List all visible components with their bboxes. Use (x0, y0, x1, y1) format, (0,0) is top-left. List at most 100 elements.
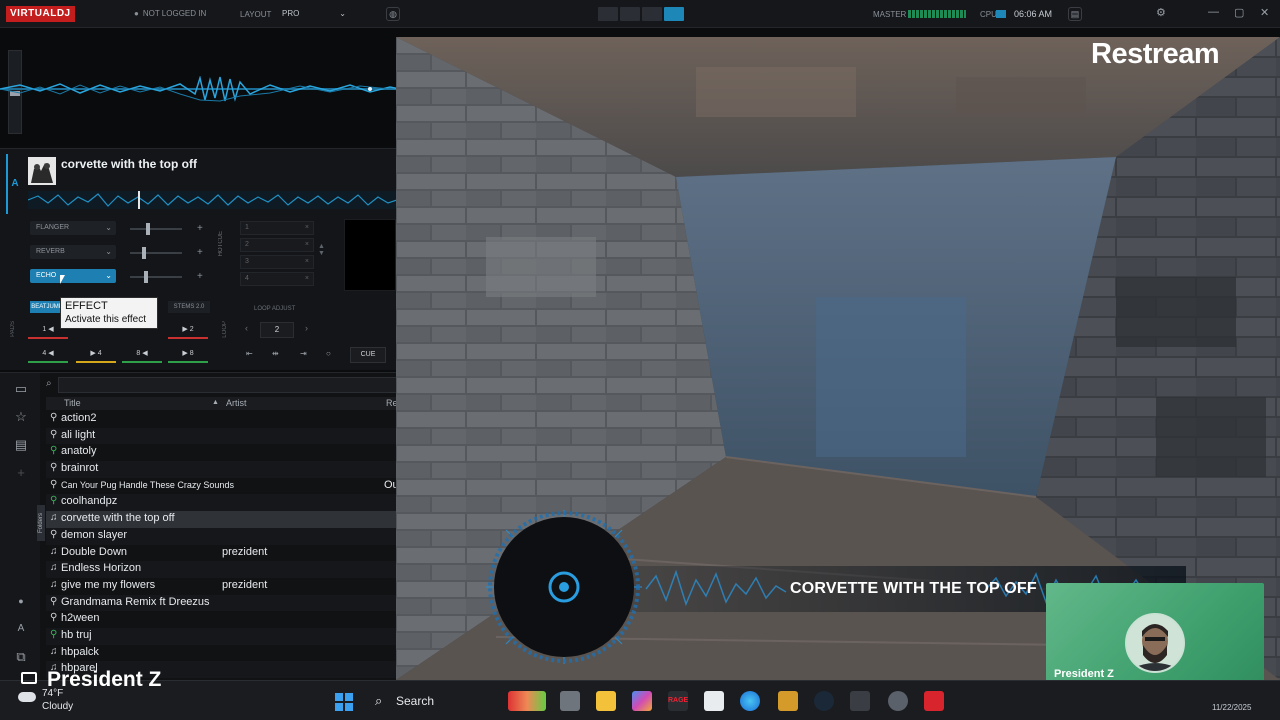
hotcue-number: 2 (245, 241, 249, 248)
copilot-icon[interactable] (632, 691, 652, 711)
effect-add-button-2[interactable]: + (197, 247, 203, 258)
microsoft-store-icon[interactable] (704, 691, 724, 711)
hotcue-number: 4 (245, 275, 249, 282)
pad-tab-beatjump[interactable]: BEATJUMP (30, 301, 64, 313)
effect-slider-1[interactable] (130, 223, 182, 235)
minimize-icon[interactable]: — (1208, 6, 1219, 18)
deck-layout-option[interactable] (642, 7, 662, 21)
effect-slider-3[interactable] (130, 271, 182, 283)
close-icon[interactable]: ✕ (1260, 6, 1269, 19)
column-artist[interactable]: Artist (226, 398, 247, 408)
effect-slot-1[interactable]: FLANGER ⌄ (30, 221, 116, 235)
hotcue-slot[interactable]: 4 × (240, 272, 314, 286)
hotcue-slot[interactable]: 3 × (240, 255, 314, 269)
taskbar-app-file-icon[interactable] (560, 691, 580, 711)
taskbar-app-game-icon[interactable] (508, 691, 546, 711)
chevron-down-icon: ⌄ (105, 223, 112, 232)
loop-out-icon[interactable]: ⇥ (300, 349, 307, 358)
pad-tab-stems[interactable]: STEMS 2.0 (168, 301, 210, 313)
track-title: h2ween (61, 612, 100, 625)
effect-slot-2[interactable]: REVERB ⌄ (30, 245, 116, 259)
loop-toggle-icon[interactable]: ○ (326, 349, 331, 358)
taskbar-date: 11/22/2025 (1212, 703, 1252, 712)
hotcue-slot[interactable]: 1 × (240, 221, 314, 235)
window-icon[interactable]: ⧉ (12, 649, 30, 665)
pad-button[interactable]: ▶ 2 (168, 323, 208, 339)
calendar-icon[interactable]: ▤ (1068, 7, 1082, 21)
globe-icon[interactable]: ◍ (386, 7, 400, 21)
delete-icon[interactable]: × (305, 273, 309, 285)
windows-start-icon[interactable] (335, 693, 353, 711)
font-size-icon[interactable]: A (12, 621, 30, 637)
hotcue-slot[interactable]: 2 × (240, 238, 314, 252)
settings-gear-icon[interactable]: ⚙ (1156, 6, 1166, 19)
delete-icon[interactable]: × (305, 256, 309, 268)
loop-double-icon[interactable]: › (305, 323, 308, 333)
deck-layout-selector[interactable] (598, 7, 684, 21)
list-item[interactable]: ⚲ demon slayer (46, 527, 400, 545)
list-item[interactable]: ♫ give me my flowers prezident (46, 578, 400, 595)
track-title: corvette with the top off (61, 512, 175, 525)
pad-button[interactable]: 8 ◀ (122, 347, 162, 363)
list-item[interactable]: ⚲ Grandmama Remix ft Dreezus (46, 594, 400, 612)
list-item[interactable]: ⚲ Can Your Pug Handle These Crazy Sounds O… (46, 478, 400, 495)
virtualdj-taskbar-icon[interactable] (924, 691, 944, 711)
list-item[interactable]: ⚲ h2ween (46, 611, 400, 628)
taskbar-app-gift-icon[interactable] (778, 691, 798, 711)
list-item[interactable]: ⚲ hb truj (46, 627, 400, 645)
list-item[interactable]: ⚲ brainrot (46, 461, 400, 478)
column-title[interactable]: Title (64, 398, 81, 408)
playlist-icon[interactable]: ▤ (12, 437, 30, 453)
effect-slider-2[interactable] (130, 247, 182, 259)
track-overview-waveform[interactable] (28, 191, 400, 209)
add-icon[interactable]: + (12, 465, 30, 481)
effect-add-button-1[interactable]: + (197, 223, 203, 234)
track-title: Endless Horizon (61, 562, 142, 575)
deck-track-title: corvette with the top off (61, 157, 197, 171)
effect-add-button-3[interactable]: + (197, 271, 203, 282)
loop-in-icon[interactable]: ⇤ (246, 349, 253, 358)
steam-icon[interactable] (814, 691, 834, 711)
effect-slot-3[interactable]: ECHO ⌄ (30, 269, 116, 283)
deck-layout-option[interactable] (598, 7, 618, 21)
pad-button[interactable]: 4 ◀ (28, 347, 68, 363)
list-item[interactable]: ⚲ anatoly (46, 444, 400, 461)
maximize-icon[interactable]: ▢ (1234, 6, 1244, 19)
list-item[interactable]: ⚲ action2 (46, 411, 400, 428)
track-title: Grandmama Remix ft Dreezus (61, 595, 210, 608)
list-item[interactable]: ♫ Endless Horizon (46, 561, 400, 578)
cue-button[interactable]: CUE (350, 347, 386, 363)
dot-icon[interactable]: ● (12, 593, 30, 609)
loop-half-icon[interactable]: ‹ (245, 323, 248, 333)
folders-tab[interactable]: Folders (37, 505, 45, 541)
star-icon[interactable]: ☆ (12, 409, 30, 425)
file-explorer-icon[interactable] (596, 691, 616, 711)
deck-layout-option[interactable] (620, 7, 640, 21)
taskbar-search[interactable]: ⌕ Search (366, 689, 462, 713)
loop-icon[interactable]: ⇹ (272, 349, 279, 358)
loop-label: LOOP (222, 321, 228, 338)
browser-search-input[interactable] (58, 377, 400, 393)
delete-icon[interactable]: × (305, 222, 309, 234)
folder-icon[interactable]: ▭ (12, 381, 30, 397)
list-item-selected[interactable]: ♫ corvette with the top off (46, 511, 400, 528)
taskbar-app-controller-icon[interactable] (850, 691, 870, 711)
list-item[interactable]: ⚲ ali light (46, 427, 400, 445)
list-item[interactable]: ♫ Double Down prezident (46, 545, 400, 562)
taskbar-app-gear-icon[interactable] (888, 691, 908, 711)
pad-button[interactable]: ▶ 8 (168, 347, 208, 363)
deck-layout-option-active[interactable] (664, 7, 684, 21)
login-status[interactable]: ● NOT LOGGED IN (134, 9, 206, 18)
music-note-icon: ♫ (50, 578, 58, 590)
list-item[interactable]: ♫ hbpalck (46, 645, 400, 662)
waveform-area[interactable] (0, 28, 400, 146)
list-item[interactable]: ⚲ coolhandpz (46, 494, 400, 512)
hotcue-scroll-icon[interactable]: ▲ ▼ (318, 243, 325, 257)
pad-button[interactable]: ▶ 4 (76, 347, 116, 363)
rage-app-icon[interactable]: RAGE (668, 691, 688, 711)
edge-browser-icon[interactable] (740, 691, 760, 711)
track-title: demon slayer (61, 528, 128, 541)
loop-length[interactable]: 2 (260, 322, 294, 338)
delete-icon[interactable]: × (305, 239, 309, 251)
layout-select[interactable]: PRO ⌄ (280, 7, 350, 21)
